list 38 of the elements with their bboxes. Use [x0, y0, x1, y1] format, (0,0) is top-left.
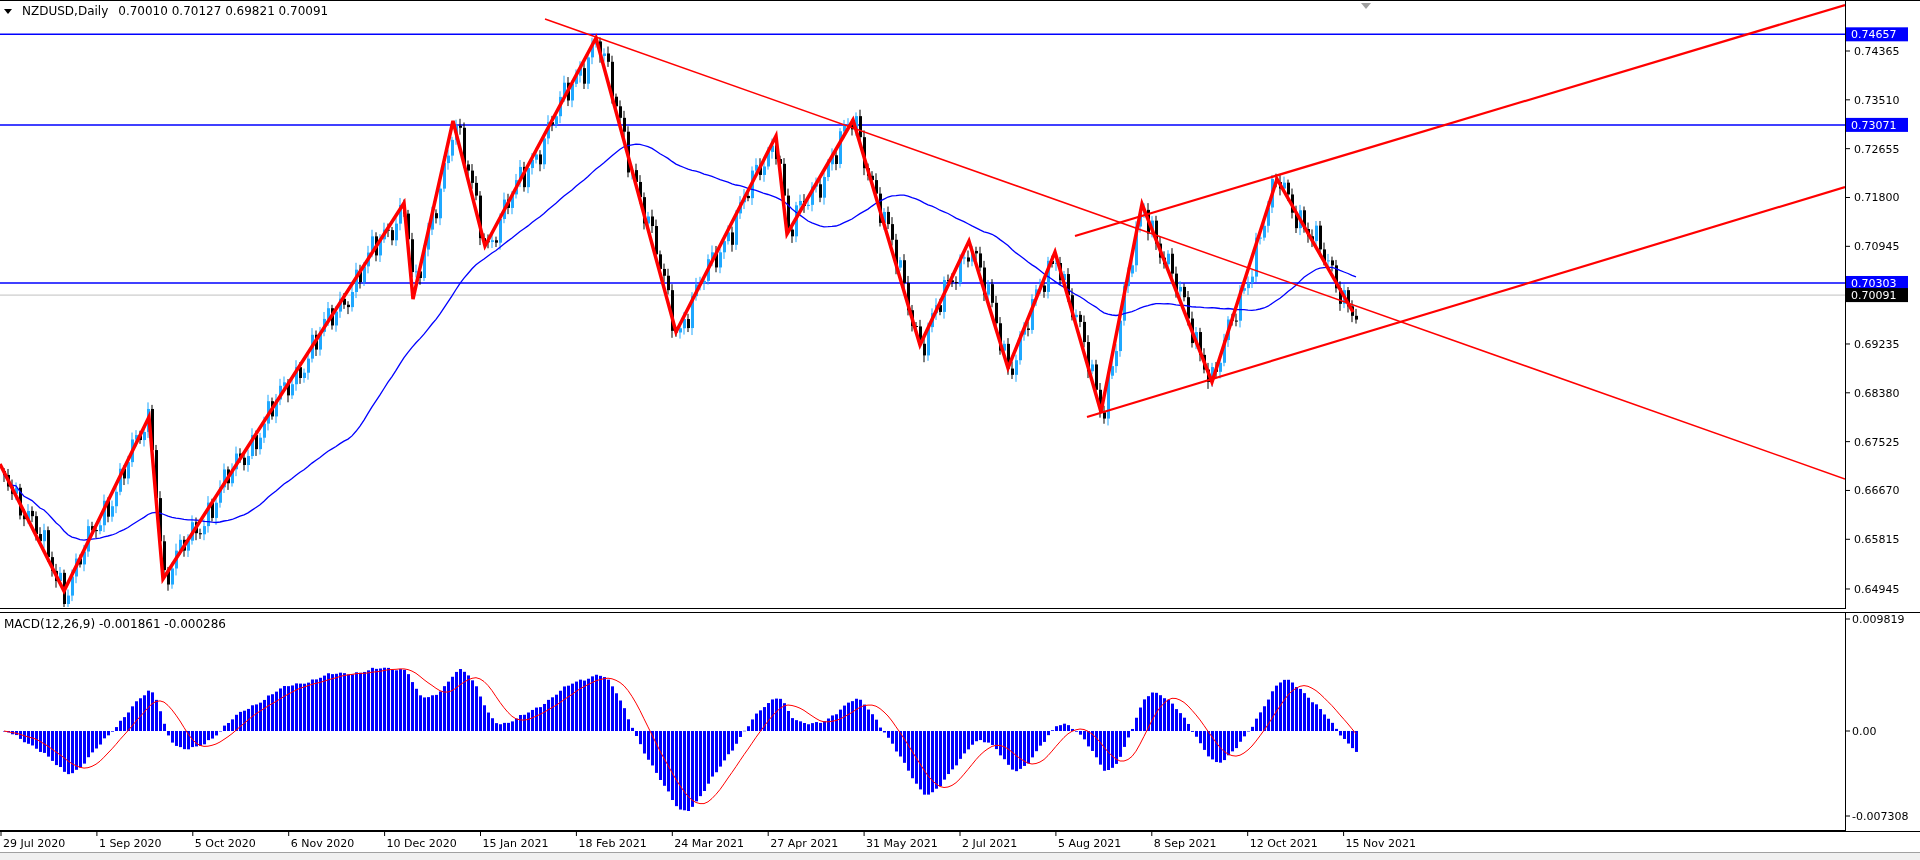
date-label: 10 Dec 2020	[386, 837, 457, 850]
price-tick-label: 0.71800	[1854, 191, 1900, 205]
price-label: 0.70091	[1846, 288, 1908, 303]
price-tick-label: 0.66670	[1854, 484, 1900, 498]
price-tick-label: 0.73510	[1854, 93, 1900, 107]
macd-tick-label: -0.007308	[1852, 810, 1909, 823]
macd-tick-label: 0.009819	[1852, 613, 1905, 626]
price-tick-label: 0.74365	[1854, 45, 1900, 58]
date-label: 1 Sep 2020	[98, 837, 162, 850]
price-tick-label: 0.64945	[1854, 583, 1900, 596]
date-label: 15 Jan 2021	[482, 837, 549, 850]
price-tick-label: 0.65815	[1854, 533, 1900, 547]
price-tick-label: 0.70945	[1854, 240, 1900, 254]
date-label: 27 Apr 2021	[770, 837, 839, 850]
price-label: 0.73071	[1846, 117, 1908, 132]
indicator-title: MACD(12,26,9) -0.001861 -0.000286	[4, 617, 226, 631]
macd-tick-label: 0.00	[1852, 725, 1877, 738]
date-label: 24 Mar 2021	[674, 837, 745, 850]
price-label: 0.74657	[1846, 27, 1908, 42]
price-tick-label: 0.69235	[1854, 337, 1900, 351]
price-tick-label: 0.67525	[1854, 435, 1900, 449]
shift-marker-icon	[1361, 3, 1371, 9]
date-label: 12 Oct 2021	[1249, 837, 1318, 850]
price-tick-label: 0.72655	[1854, 142, 1900, 156]
date-label: 5 Aug 2021	[1057, 837, 1122, 850]
ohlc-values: 0.70010 0.70127 0.69821 0.70091	[118, 4, 329, 18]
price-tick-label: 0.68380	[1854, 386, 1900, 400]
date-label: 31 May 2021	[866, 837, 938, 850]
symbol-title: NZDUSD,Daily	[22, 4, 109, 18]
date-label: 15 Nov 2021	[1345, 837, 1417, 850]
date-label: 18 Feb 2021	[578, 837, 647, 850]
dropdown-icon[interactable]	[4, 8, 12, 14]
date-label: 5 Oct 2020	[194, 837, 256, 850]
date-label: 2 Jul 2021	[962, 837, 1018, 850]
price-label: 0.70303	[1846, 276, 1908, 290]
date-label: 29 Jul 2020	[3, 837, 66, 850]
date-label: 6 Nov 2020	[290, 837, 355, 850]
date-label: 8 Sep 2021	[1153, 837, 1217, 850]
